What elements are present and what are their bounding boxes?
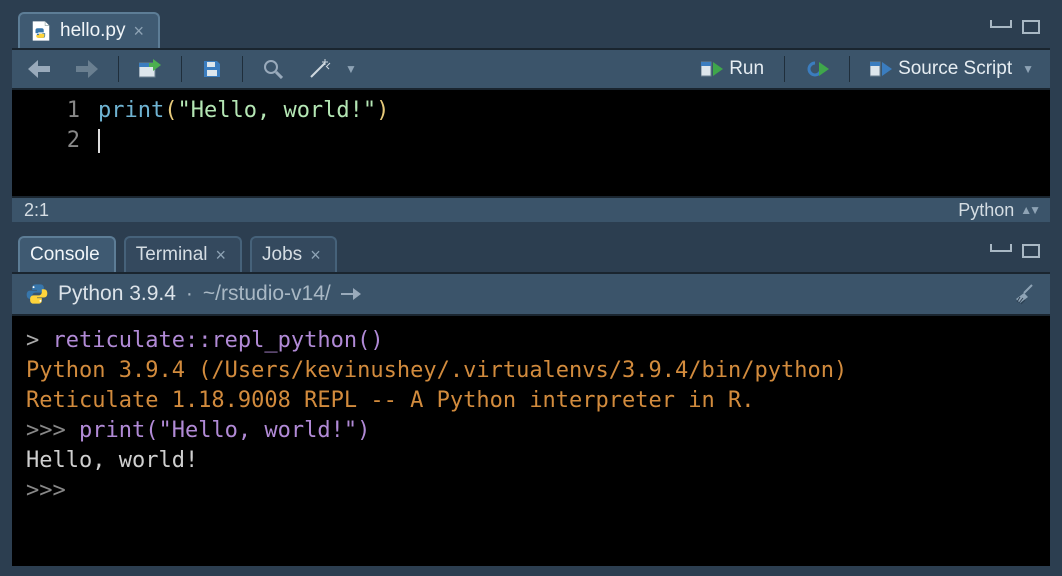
pane-window-controls xyxy=(990,20,1040,34)
arrow-left-icon xyxy=(28,60,50,78)
code-line[interactable] xyxy=(98,126,389,156)
tab-label: Jobs xyxy=(262,244,302,266)
editor-toolbar: ▼ Run Source Script ▼ xyxy=(12,50,1050,90)
run-label: Run xyxy=(729,58,764,80)
separator xyxy=(849,56,850,82)
separator xyxy=(242,56,243,82)
magic-wand-icon xyxy=(309,59,335,79)
console-line: >>> xyxy=(26,476,1036,506)
close-icon[interactable]: × xyxy=(216,246,227,264)
tab-terminal[interactable]: Terminal × xyxy=(124,236,242,272)
dot-separator: · xyxy=(186,282,193,306)
line-number: 2 xyxy=(12,126,80,156)
floppy-disk-icon xyxy=(202,59,222,79)
nav-back-button[interactable] xyxy=(22,58,56,80)
editor-tab-label: hello.py xyxy=(60,20,126,42)
open-in-window-button[interactable] xyxy=(133,57,167,81)
console-line: >>> print("Hello, world!") xyxy=(26,416,1036,446)
minimize-icon[interactable] xyxy=(990,20,1012,28)
tab-console[interactable]: Console xyxy=(18,236,116,272)
chevron-down-icon: ▼ xyxy=(1022,62,1034,76)
magnifier-icon xyxy=(263,59,283,79)
source-script-button[interactable]: Source Script ▼ xyxy=(864,56,1040,82)
code-editor[interactable]: 1 2 print("Hello, world!") xyxy=(12,90,1050,196)
source-icon xyxy=(870,60,892,78)
language-selector[interactable]: Python ▲▼ xyxy=(958,200,1038,221)
console-line: Hello, world! xyxy=(26,446,1036,476)
tab-jobs[interactable]: Jobs × xyxy=(250,236,337,272)
code-body[interactable]: print("Hello, world!") xyxy=(98,90,389,196)
pane-window-controls xyxy=(990,244,1040,258)
separator xyxy=(118,56,119,82)
language-label: Python xyxy=(958,200,1014,221)
console-tabbar: Console Terminal × Jobs × xyxy=(12,234,1050,274)
editor-statusbar: 2:1 Python ▲▼ xyxy=(12,196,1050,222)
console-cwd: ~/rstudio-v14/ xyxy=(203,282,331,306)
popout-window-icon xyxy=(139,59,161,79)
tab-label: Console xyxy=(30,244,100,266)
line-number: 1 xyxy=(12,96,80,126)
code-line[interactable]: print("Hello, world!") xyxy=(98,96,389,126)
text-cursor xyxy=(98,129,100,153)
close-icon[interactable]: × xyxy=(134,22,145,40)
arrow-goto-icon xyxy=(341,286,361,302)
tab-label: Terminal xyxy=(136,244,208,266)
updown-icon: ▲▼ xyxy=(1020,203,1038,217)
maximize-icon[interactable] xyxy=(1022,244,1040,258)
maximize-icon[interactable] xyxy=(1022,20,1040,34)
arrow-right-icon xyxy=(76,60,98,78)
run-button[interactable]: Run xyxy=(695,56,770,82)
minimize-icon[interactable] xyxy=(990,244,1012,252)
cursor-position: 2:1 xyxy=(24,200,49,221)
editor-pane: hello.py × xyxy=(10,8,1052,222)
rerun-icon xyxy=(805,60,829,78)
python-logo-icon xyxy=(26,283,48,305)
editor-tab-hello-py[interactable]: hello.py × xyxy=(18,12,160,48)
console-line: Reticulate 1.18.9008 REPL -- A Python in… xyxy=(26,386,1036,416)
source-label: Source Script xyxy=(898,58,1012,80)
broom-icon xyxy=(1014,283,1036,305)
console-version: Python 3.9.4 xyxy=(58,282,176,306)
save-button[interactable] xyxy=(196,57,228,81)
console-line: Python 3.9.4 (/Users/kevinushey/.virtual… xyxy=(26,356,1036,386)
line-gutter: 1 2 xyxy=(12,90,98,196)
clear-console-button[interactable] xyxy=(1014,283,1036,305)
separator xyxy=(181,56,182,82)
console-line: > reticulate::repl_python() xyxy=(26,326,1036,356)
python-file-icon xyxy=(30,20,52,42)
rerun-button[interactable] xyxy=(799,58,835,80)
run-icon xyxy=(701,60,723,78)
console-header: Python 3.9.4 · ~/rstudio-v14/ xyxy=(12,274,1050,316)
find-button[interactable] xyxy=(257,57,289,81)
chevron-down-icon: ▼ xyxy=(345,62,357,76)
console-output[interactable]: > reticulate::repl_python()Python 3.9.4 … xyxy=(12,316,1050,566)
editor-tabbar: hello.py × xyxy=(12,10,1050,50)
code-tools-button[interactable]: ▼ xyxy=(303,57,363,81)
nav-forward-button[interactable] xyxy=(70,58,104,80)
separator xyxy=(784,56,785,82)
console-pane: Console Terminal × Jobs × Python 3.9.4 ·… xyxy=(10,232,1052,568)
goto-cwd-button[interactable] xyxy=(341,286,361,302)
close-icon[interactable]: × xyxy=(310,246,321,264)
